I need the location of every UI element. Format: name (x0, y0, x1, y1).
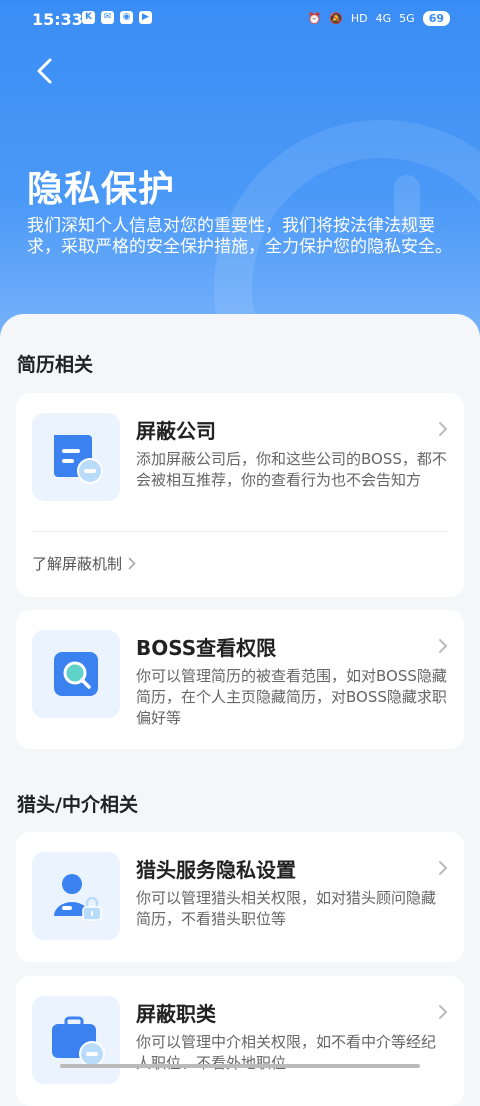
block-company-title: 屏蔽公司 (136, 419, 216, 443)
chevron-right-icon (439, 422, 448, 436)
headhunter-privacy-title: 猎头服务隐私设置 (136, 858, 296, 882)
block-jobs-title: 屏蔽职类 (136, 1002, 216, 1026)
status-app-icons: K ✉ ◉ ▶ (82, 11, 152, 24)
chevron-right-icon (439, 639, 448, 653)
home-indicator[interactable] (60, 1064, 420, 1068)
weibo-icon: ◉ (120, 11, 133, 24)
mute-icon: 🔕 (329, 12, 343, 25)
alarm-icon: ⏰ (307, 12, 322, 25)
chevron-right-small-icon (128, 557, 136, 570)
magnifier-icon (54, 652, 98, 696)
boss-view-icon-box (32, 630, 120, 718)
k-icon: K (82, 11, 95, 24)
mail-icon: ✉ (101, 11, 114, 24)
section-title-headhunter: 猎头/中介相关 (17, 794, 138, 816)
chevron-right-icon (439, 1005, 448, 1019)
chevron-right-icon (439, 861, 448, 875)
section-title-resume: 简历相关 (17, 354, 94, 376)
block-jobs-icon-box (32, 996, 120, 1084)
person-lock-icon (54, 874, 102, 921)
back-arrow-icon[interactable] (30, 54, 60, 88)
block-company-icon-box (32, 413, 120, 501)
block-company-icon (54, 435, 103, 484)
header-banner: 15:33 K ✉ ◉ ▶ ⏰ 🔕 HD 4G 5G 69 隐私保护 我们深知个… (0, 0, 480, 360)
block-jobs-card[interactable]: 屏蔽职类 你可以管理中介相关权限，如不看中介等经纪人职位、不看外地职位 (16, 976, 464, 1106)
block-company-desc: 添加屏蔽公司后，你和这些公司的BOSS，都不会被相互推荐，你的查看行为也不会告知… (136, 450, 447, 489)
signal-5g-label: 5G (399, 12, 415, 25)
headhunter-privacy-desc: 你可以管理猎头相关权限，如对猎头顾问隐藏简历，不看猎头职位等 (136, 889, 437, 928)
status-bar: 15:33 K ✉ ◉ ▶ ⏰ 🔕 HD 4G 5G 69 (0, 0, 480, 38)
card-divider (32, 531, 448, 532)
headhunter-icon-box (32, 852, 120, 940)
boss-view-desc: 你可以管理简历的被查看范围，如对BOSS隐藏简历，在个人主页隐藏简历，对BOSS… (136, 667, 447, 727)
hd-label: HD (350, 12, 368, 25)
learn-block-mechanism-link[interactable]: 了解屏蔽机制 (32, 553, 136, 574)
headhunter-privacy-card[interactable]: 猎头服务隐私设置 你可以管理猎头相关权限，如对猎头顾问隐藏简历，不看猎头职位等 (16, 832, 464, 962)
block-company-card[interactable]: 屏蔽公司 添加屏蔽公司后，你和这些公司的BOSS，都不会被相互推荐，你的查看行为… (16, 393, 464, 597)
boss-view-title: BOSS查看权限 (136, 636, 277, 660)
briefcase-block-icon (52, 1016, 105, 1067)
content-sheet: 简历相关 屏蔽公司 添加屏蔽公司后，你和这些公司的BOSS，都不会被相互推荐，你… (0, 314, 480, 1106)
learn-block-mechanism-label: 了解屏蔽机制 (32, 555, 123, 573)
play-icon: ▶ (139, 11, 152, 24)
boss-view-permission-card[interactable]: BOSS查看权限 你可以管理简历的被查看范围，如对BOSS隐藏简历，在个人主页隐… (16, 610, 464, 749)
status-right: ⏰ 🔕 HD 4G 5G 69 (307, 11, 450, 26)
status-time: 15:33 (32, 10, 83, 29)
page-description: 我们深知个人信息对您的重要性，我们将按法律法规要求，采取严格的安全保护措施，全力… (27, 216, 452, 257)
battery-indicator: 69 (422, 11, 450, 26)
signal-4g-label: 4G (375, 12, 392, 25)
page-title: 隐私保护 (27, 169, 176, 210)
